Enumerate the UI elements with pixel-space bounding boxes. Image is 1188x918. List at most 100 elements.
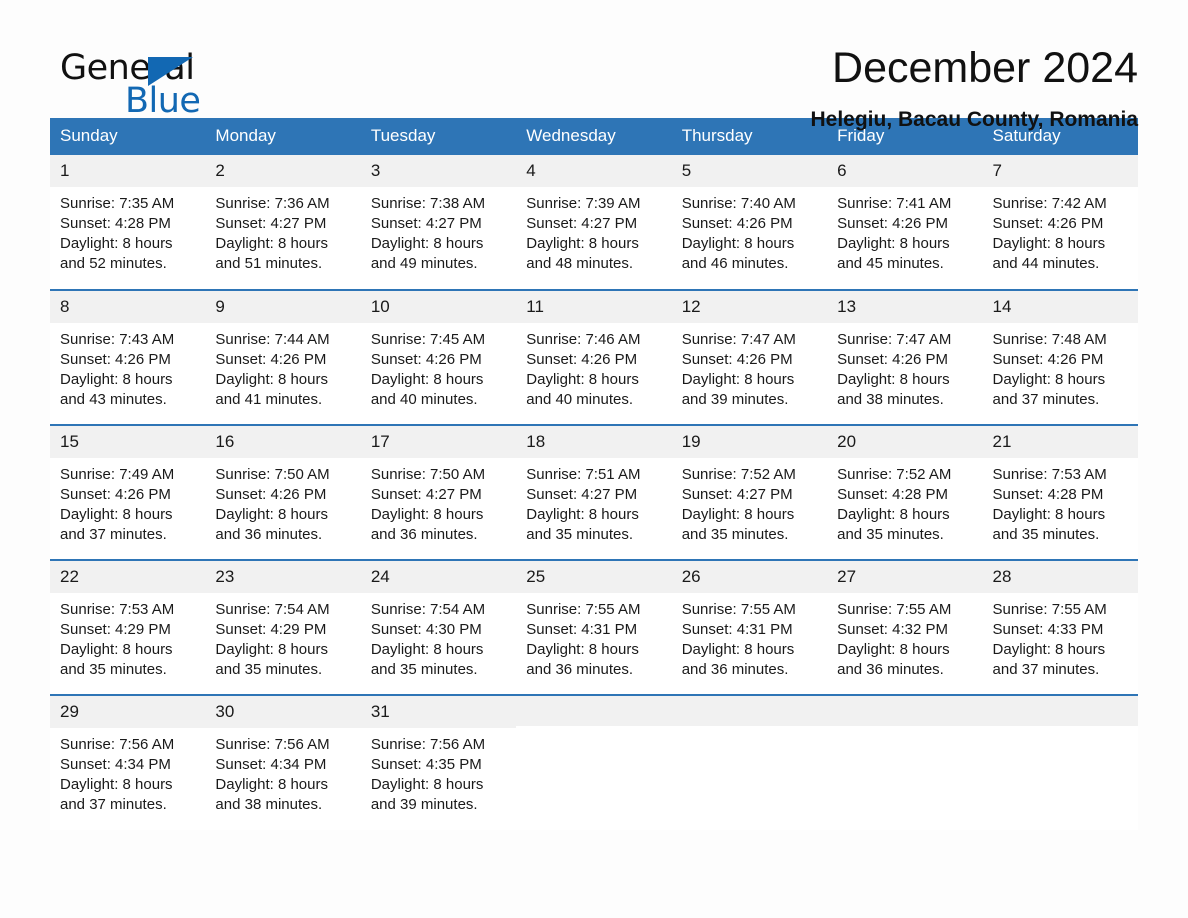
calendar-week-row: 15 Sunrise: 7:49 AM Sunset: 4:26 PM Dayligh… (50, 424, 1138, 560)
day-cell[interactable]: 2 Sunrise: 7:36 AM Sunset: 4:27 PM Daylight… (205, 155, 361, 290)
sunset-time: Sunset: 4:28 PM (837, 485, 949, 503)
day-number (516, 696, 672, 726)
day-details: Sunrise: 7:54 AM Sunset: 4:30 PM Daylight:… (361, 593, 516, 680)
day-cell[interactable]: 12 Sunrise: 7:47 AM Sunset: 4:26 PM Dayligh… (671, 289, 828, 425)
daylight-duration-line1: Daylight: 8 hours (215, 775, 328, 793)
day-cell[interactable]: 10 Sunrise: 7:45 AM Sunset: 4:26 PM Dayligh… (360, 289, 517, 425)
sunrise-time: Sunrise: 7:41 AM (837, 194, 952, 212)
sunrise-time: Sunrise: 7:55 AM (992, 600, 1107, 618)
daylight-duration-line2: and 38 minutes. (215, 795, 323, 813)
weekday-header-thursday: Thursday (671, 118, 828, 155)
day-cell[interactable]: 11 Sunrise: 7:46 AM Sunset: 4:26 PM Dayligh… (516, 289, 672, 425)
day-details: Sunrise: 7:53 AM Sunset: 4:29 PM Daylight:… (50, 593, 205, 680)
day-cell[interactable]: 14 Sunrise: 7:48 AM Sunset: 4:26 PM Dayligh… (982, 289, 1138, 425)
daylight-duration-line2: and 36 minutes. (215, 525, 323, 543)
daylight-duration-line2: and 51 minutes. (215, 254, 323, 272)
day-details: Sunrise: 7:44 AM Sunset: 4:26 PM Daylight:… (205, 323, 360, 410)
day-number: 29 (50, 696, 206, 728)
day-cell[interactable]: 1 Sunrise: 7:35 AM Sunset: 4:28 PM Daylight… (50, 155, 206, 290)
daylight-duration-line1: Daylight: 8 hours (215, 505, 328, 523)
day-cell[interactable]: 30 Sunrise: 7:56 AM Sunset: 4:34 PM Dayligh… (205, 694, 361, 830)
day-cell[interactable]: 8 Sunrise: 7:43 AM Sunset: 4:26 PM Daylight… (50, 289, 206, 425)
day-cell[interactable]: 18 Sunrise: 7:51 AM Sunset: 4:27 PM Dayligh… (516, 424, 672, 560)
sunset-time: Sunset: 4:26 PM (370, 350, 482, 368)
sunset-time: Sunset: 4:28 PM (60, 214, 171, 232)
day-number: 15 (50, 426, 206, 458)
daylight-duration-line2: and 37 minutes. (60, 525, 167, 543)
sunrise-time: Sunrise: 7:36 AM (215, 194, 330, 212)
sunrise-time: Sunrise: 7:53 AM (60, 600, 175, 618)
day-cell[interactable]: 22 Sunrise: 7:53 AM Sunset: 4:29 PM Dayligh… (50, 559, 206, 695)
day-cell[interactable]: 6 Sunrise: 7:41 AM Sunset: 4:26 PM Daylight… (827, 155, 983, 290)
sunset-time: Sunset: 4:27 PM (526, 214, 638, 232)
sunset-time: Sunset: 4:26 PM (992, 350, 1104, 368)
daylight-duration-line1: Daylight: 8 hours (60, 640, 173, 658)
day-number: 30 (205, 696, 361, 728)
daylight-duration-line2: and 41 minutes. (215, 390, 323, 408)
daylight-duration-line1: Daylight: 8 hours (526, 640, 639, 658)
day-details: Sunrise: 7:39 AM Sunset: 4:27 PM Daylight:… (516, 187, 671, 274)
sunrise-time: Sunrise: 7:53 AM (992, 465, 1107, 483)
day-number (827, 696, 983, 726)
day-cell[interactable]: 16 Sunrise: 7:50 AM Sunset: 4:26 PM Dayligh… (205, 424, 361, 560)
day-cell[interactable]: 7 Sunrise: 7:42 AM Sunset: 4:26 PM Daylight… (982, 155, 1138, 290)
day-details: Sunrise: 7:52 AM Sunset: 4:28 PM Daylight:… (827, 458, 982, 545)
day-cell[interactable]: 13 Sunrise: 7:47 AM Sunset: 4:26 PM Dayligh… (827, 289, 983, 425)
daylight-duration-line1: Daylight: 8 hours (60, 505, 173, 523)
day-details: Sunrise: 7:42 AM Sunset: 4:26 PM Daylight:… (983, 187, 1138, 274)
sunrise-time: Sunrise: 7:50 AM (370, 465, 486, 483)
day-cell[interactable]: 3 Sunrise: 7:38 AM Sunset: 4:27 PM Daylight… (360, 155, 517, 290)
daylight-duration-line1: Daylight: 8 hours (215, 370, 328, 388)
daylight-duration-line2: and 44 minutes. (992, 254, 1100, 272)
day-cell[interactable]: 25 Sunrise: 7:55 AM Sunset: 4:31 PM Dayligh… (516, 559, 672, 695)
daylight-duration-line2: and 36 minutes. (837, 660, 944, 678)
daylight-duration-line2: and 37 minutes. (992, 660, 1100, 678)
daylight-duration-line2: and 36 minutes. (681, 660, 789, 678)
daylight-duration-line1: Daylight: 8 hours (526, 370, 639, 388)
day-details: Sunrise: 7:47 AM Sunset: 4:26 PM Daylight:… (827, 323, 982, 410)
day-number: 4 (516, 155, 672, 187)
day-details: Sunrise: 7:43 AM Sunset: 4:26 PM Daylight:… (50, 323, 205, 410)
daylight-duration-line1: Daylight: 8 hours (60, 234, 173, 252)
daylight-duration-line1: Daylight: 8 hours (837, 640, 950, 658)
day-cell[interactable]: 28 Sunrise: 7:55 AM Sunset: 4:33 PM Dayligh… (982, 559, 1138, 695)
sunset-time: Sunset: 4:27 PM (526, 485, 638, 503)
day-number: 13 (827, 291, 983, 323)
daylight-duration-line1: Daylight: 8 hours (681, 234, 795, 252)
day-cell[interactable]: 21 Sunrise: 7:53 AM Sunset: 4:28 PM Dayligh… (982, 424, 1138, 560)
day-cell[interactable]: 24 Sunrise: 7:54 AM Sunset: 4:30 PM Dayligh… (360, 559, 517, 695)
daylight-duration-line1: Daylight: 8 hours (837, 370, 950, 388)
sunrise-time: Sunrise: 7:49 AM (60, 465, 175, 483)
day-cell[interactable]: 19 Sunrise: 7:52 AM Sunset: 4:27 PM Dayligh… (671, 424, 828, 560)
day-cell[interactable]: 5 Sunrise: 7:40 AM Sunset: 4:26 PM Daylight… (671, 155, 828, 290)
sunrise-sunset-calendar: Sunday Monday Tuesday Wednesday Thursday… (50, 118, 1138, 830)
sunset-time: Sunset: 4:26 PM (215, 485, 327, 503)
day-cell[interactable]: 20 Sunrise: 7:52 AM Sunset: 4:28 PM Dayligh… (827, 424, 983, 560)
day-cell[interactable]: 17 Sunrise: 7:50 AM Sunset: 4:27 PM Dayligh… (360, 424, 517, 560)
day-details: Sunrise: 7:48 AM Sunset: 4:26 PM Daylight:… (983, 323, 1138, 410)
day-cell[interactable]: 27 Sunrise: 7:55 AM Sunset: 4:32 PM Dayligh… (827, 559, 983, 695)
sunrise-time: Sunrise: 7:42 AM (992, 194, 1107, 212)
day-cell[interactable]: 4 Sunrise: 7:39 AM Sunset: 4:27 PM Daylight… (516, 155, 672, 290)
day-number: 14 (982, 291, 1138, 323)
day-number: 23 (205, 561, 361, 593)
day-details: Sunrise: 7:35 AM Sunset: 4:28 PM Daylight:… (50, 187, 205, 274)
sunset-time: Sunset: 4:26 PM (526, 350, 638, 368)
weekday-header-tuesday: Tuesday (360, 118, 517, 155)
day-number: 22 (50, 561, 206, 593)
day-cell[interactable]: 15 Sunrise: 7:49 AM Sunset: 4:26 PM Dayligh… (50, 424, 206, 560)
day-details: Sunrise: 7:53 AM Sunset: 4:28 PM Daylight:… (983, 458, 1138, 545)
day-cell[interactable]: 31 Sunrise: 7:56 AM Sunset: 4:35 PM Dayligh… (360, 694, 517, 830)
day-details: Sunrise: 7:38 AM Sunset: 4:27 PM Daylight:… (361, 187, 516, 274)
sunrise-time: Sunrise: 7:44 AM (215, 330, 330, 348)
sunset-time: Sunset: 4:26 PM (837, 350, 949, 368)
day-cell[interactable]: 9 Sunrise: 7:44 AM Sunset: 4:26 PM Daylight… (205, 289, 361, 425)
daylight-duration-line2: and 35 minutes. (60, 660, 167, 678)
daylight-duration-line2: and 39 minutes. (681, 390, 789, 408)
sunset-time: Sunset: 4:26 PM (837, 214, 949, 232)
day-cell[interactable]: 29 Sunrise: 7:56 AM Sunset: 4:34 PM Dayligh… (50, 694, 206, 830)
day-cell[interactable]: 23 Sunrise: 7:54 AM Sunset: 4:29 PM Dayligh… (205, 559, 361, 695)
day-details: Sunrise: 7:52 AM Sunset: 4:27 PM Daylight:… (672, 458, 827, 545)
sunset-time: Sunset: 4:35 PM (370, 755, 482, 773)
day-cell[interactable]: 26 Sunrise: 7:55 AM Sunset: 4:31 PM Dayligh… (671, 559, 828, 695)
